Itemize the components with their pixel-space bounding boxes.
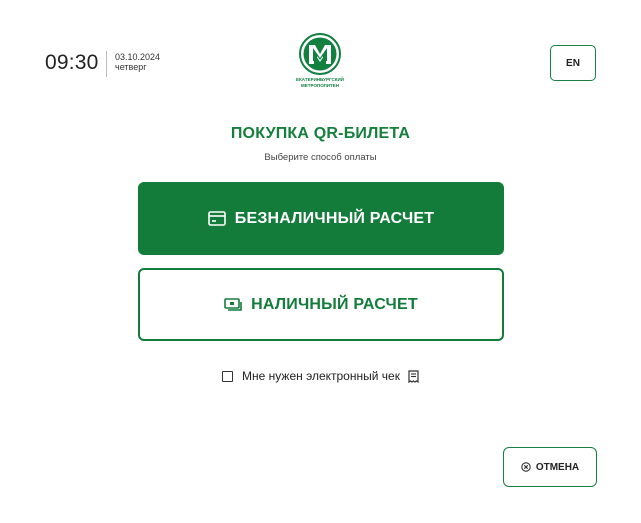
electronic-receipt-option: Мне нужен электронный чек (0, 369, 641, 383)
credit-card-icon (207, 211, 226, 226)
cash-icon (224, 298, 242, 311)
receipt-label[interactable]: Мне нужен электронный чек (242, 369, 400, 383)
receipt-checkbox[interactable] (222, 370, 234, 382)
weekday-value: четверг (115, 62, 147, 72)
cancel-button[interactable]: ОТМЕНА (503, 447, 597, 487)
card-payment-button[interactable]: БЕЗНАЛИЧНЫЙ РАСЧЕТ (138, 182, 504, 255)
cash-payment-label: НАЛИЧНЫЙ РАСЧЕТ (251, 295, 418, 313)
page-title: ПОКУПКА QR-БИЛЕТА (230, 125, 411, 142)
logo-line-2: МЕТРОПОЛИТЕН (301, 82, 339, 88)
metro-logo: ЕКАТЕРИНБУРГСКИЙ МЕТРОПОЛИТЕН (287, 33, 353, 93)
clock-divider (106, 51, 107, 77)
close-circle-icon (521, 462, 531, 472)
page-subtitle: Выберите способ оплаты (264, 152, 377, 163)
cancel-label: ОТМЕНА (535, 461, 580, 473)
metro-logo-icon (299, 33, 341, 75)
logo-line-1: ЕКАТЕРИНБУРГСКИЙ (296, 77, 344, 82)
date-value: 03.10.2024 (115, 52, 161, 62)
card-payment-label: БЕЗНАЛИЧНЫЙ РАСЧЕТ (234, 209, 435, 227)
clock-time: 09:30 (45, 51, 99, 74)
language-button[interactable]: EN (550, 45, 596, 81)
date-block: 03.10.2024 четверг (115, 52, 160, 72)
logo-text: ЕКАТЕРИНБУРГСКИЙ МЕТРОПОЛИТЕН (287, 77, 353, 88)
cash-payment-button[interactable]: НАЛИЧНЫЙ РАСЧЕТ (138, 268, 504, 341)
receipt-icon (408, 369, 419, 383)
